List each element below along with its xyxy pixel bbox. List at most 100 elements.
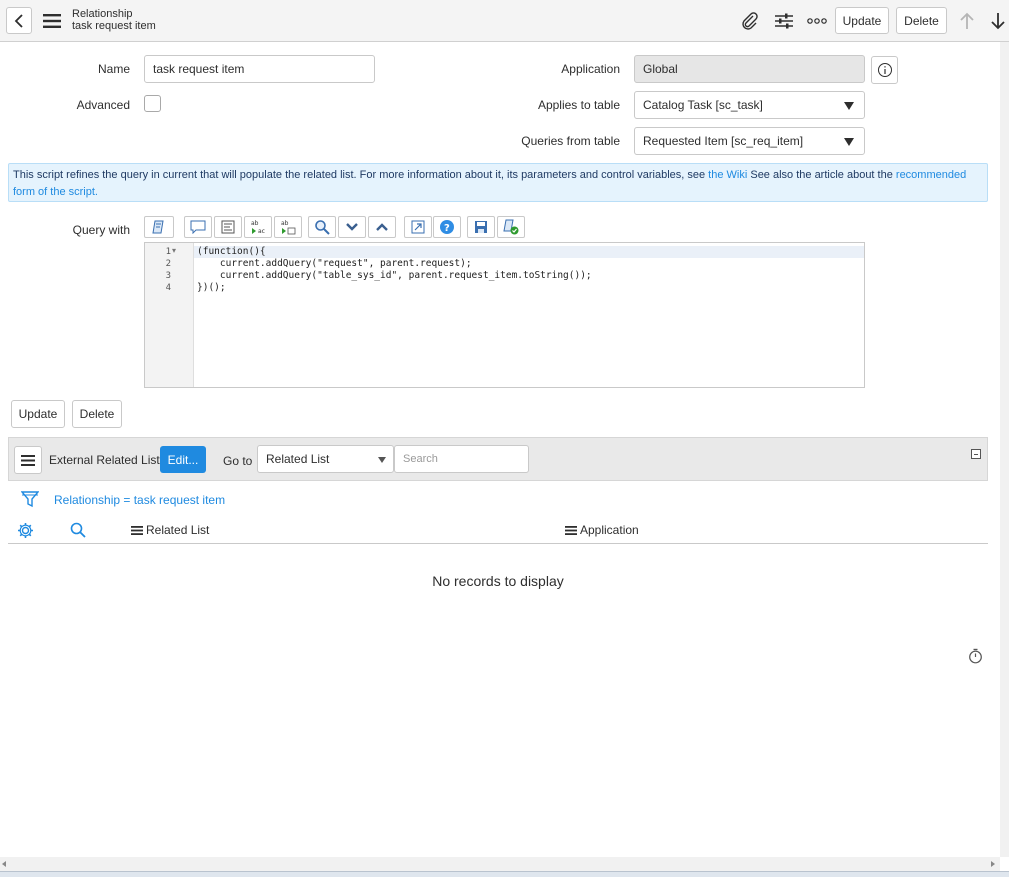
more-options-icon[interactable] xyxy=(806,10,828,32)
info-icon xyxy=(877,63,892,77)
column-label: Application xyxy=(580,523,639,537)
application-label: Application xyxy=(561,62,620,76)
script-editor[interactable]: 1 ▾ 2 3 4 (function(){ current.addQuery(… xyxy=(144,242,865,388)
applies-to-label: Applies to table xyxy=(537,98,620,112)
queries-from-value: Requested Item [sc_req_item] xyxy=(643,134,804,148)
name-label: Name xyxy=(97,62,130,76)
search-placeholder: Search xyxy=(403,453,438,465)
arrow-up-icon[interactable] xyxy=(956,10,978,32)
save-icon xyxy=(475,221,487,233)
line-number: 4 xyxy=(165,283,171,293)
svg-text:ab: ab xyxy=(251,220,259,227)
replace-button[interactable]: ab ac xyxy=(244,216,272,238)
find-previous-button[interactable] xyxy=(368,216,396,238)
fold-marker-icon[interactable]: ▾ xyxy=(172,246,176,255)
chevron-up-icon xyxy=(376,223,388,231)
name-input[interactable]: task request item xyxy=(144,55,375,83)
replace-all-button[interactable]: ab xyxy=(274,216,302,238)
dropdown-arrow-icon xyxy=(844,138,854,146)
filter-icon[interactable] xyxy=(20,489,40,509)
related-search-input[interactable]: Search xyxy=(394,445,529,473)
code-line[interactable]: current.addQuery("table_sys_id", parent.… xyxy=(197,270,592,281)
search-code-button[interactable] xyxy=(308,216,336,238)
comment-button[interactable] xyxy=(184,216,212,238)
script-icon xyxy=(152,220,164,234)
advanced-checkbox[interactable] xyxy=(144,95,161,112)
comment-icon xyxy=(190,220,206,234)
fullscreen-button[interactable] xyxy=(404,216,432,238)
update-button[interactable]: Update xyxy=(11,400,65,428)
replace-icon: abac xyxy=(251,220,265,235)
script-toggle-button[interactable] xyxy=(144,216,174,238)
query-with-label: Query with xyxy=(72,223,130,237)
applies-to-value: Catalog Task [sc_task] xyxy=(643,98,763,112)
goto-select[interactable]: Related List xyxy=(257,445,394,473)
back-button[interactable] xyxy=(6,7,32,34)
related-list-bar: External Related Lists Edit... Go to Rel… xyxy=(8,437,988,481)
column-menu-icon xyxy=(565,525,577,535)
wiki-link[interactable]: the Wiki xyxy=(708,169,747,181)
edit-button[interactable]: Edit... xyxy=(160,446,206,473)
info-text-2: See also the article about the xyxy=(747,169,896,181)
header-update-button[interactable]: Update xyxy=(835,7,889,34)
page-title: Relationship xyxy=(72,8,133,20)
help-icon: ? xyxy=(440,220,454,234)
column-menu-icon xyxy=(131,525,143,535)
column-header-application[interactable]: Application xyxy=(565,523,639,537)
svg-text:?: ? xyxy=(444,223,450,234)
syntax-check-button[interactable] xyxy=(497,216,525,238)
info-text-1: This script refines the query in current… xyxy=(13,169,709,181)
empty-list-message: No records to display xyxy=(432,573,564,589)
code-line[interactable]: (function(){ xyxy=(197,246,266,257)
dropdown-arrow-icon xyxy=(378,457,386,463)
search-icon xyxy=(315,220,330,235)
code-line[interactable]: })(); xyxy=(197,282,226,293)
related-list-menu-button[interactable] xyxy=(14,446,42,474)
scroll-left-icon[interactable] xyxy=(2,861,6,867)
line-number: 3 xyxy=(165,271,171,281)
help-button[interactable]: ? xyxy=(433,216,461,238)
line-number: 1 xyxy=(165,247,171,257)
save-script-button[interactable] xyxy=(467,216,495,238)
info-message: This script refines the query in current… xyxy=(8,163,988,202)
advanced-label: Advanced xyxy=(76,98,130,112)
paperclip-icon[interactable] xyxy=(739,10,761,32)
collapse-icon[interactable] xyxy=(971,449,981,459)
find-next-button[interactable] xyxy=(338,216,366,238)
page-subtitle: task request item xyxy=(72,20,156,32)
hamburger-menu-icon xyxy=(21,454,35,466)
search-icon[interactable] xyxy=(68,520,88,540)
header-delete-button[interactable]: Delete xyxy=(896,7,947,34)
chevron-left-icon xyxy=(14,13,23,28)
scroll-right-icon[interactable] xyxy=(991,861,995,867)
format-icon xyxy=(221,220,235,234)
gear-icon[interactable] xyxy=(15,520,35,540)
line-number: 2 xyxy=(165,259,171,269)
vertical-scrollbar[interactable] xyxy=(1000,42,1009,857)
script-check-icon xyxy=(503,219,519,235)
goto-label: Go to xyxy=(223,454,253,468)
list-header-divider xyxy=(8,543,988,544)
application-info-button[interactable] xyxy=(871,56,898,84)
format-code-button[interactable] xyxy=(214,216,242,238)
hamburger-menu-icon[interactable] xyxy=(42,11,62,31)
applies-to-select[interactable]: Catalog Task [sc_task] xyxy=(634,91,865,119)
arrow-down-icon[interactable] xyxy=(987,10,1009,32)
chevron-down-icon xyxy=(346,223,358,231)
replace-all-icon: ab xyxy=(281,220,296,235)
column-label: Related List xyxy=(146,523,210,537)
form-header: Relationship task request item Update De… xyxy=(0,0,1009,42)
column-header-related-list[interactable]: Related List xyxy=(131,523,209,537)
timer-icon[interactable] xyxy=(965,646,985,666)
delete-button[interactable]: Delete xyxy=(72,400,122,428)
application-field: Global xyxy=(634,55,865,83)
horizontal-scrollbar[interactable] xyxy=(0,857,1000,871)
queries-from-label: Queries from table xyxy=(521,134,620,148)
queries-from-select[interactable]: Requested Item [sc_req_item] xyxy=(634,127,865,155)
dropdown-arrow-icon xyxy=(844,102,854,110)
breadcrumb[interactable]: Relationship = task request item xyxy=(54,493,225,507)
bottom-tab-strip xyxy=(0,871,1009,877)
svg-text:ab: ab xyxy=(281,220,289,227)
settings-sliders-icon[interactable] xyxy=(773,10,795,32)
code-line[interactable]: current.addQuery("request", parent.reque… xyxy=(197,258,472,269)
